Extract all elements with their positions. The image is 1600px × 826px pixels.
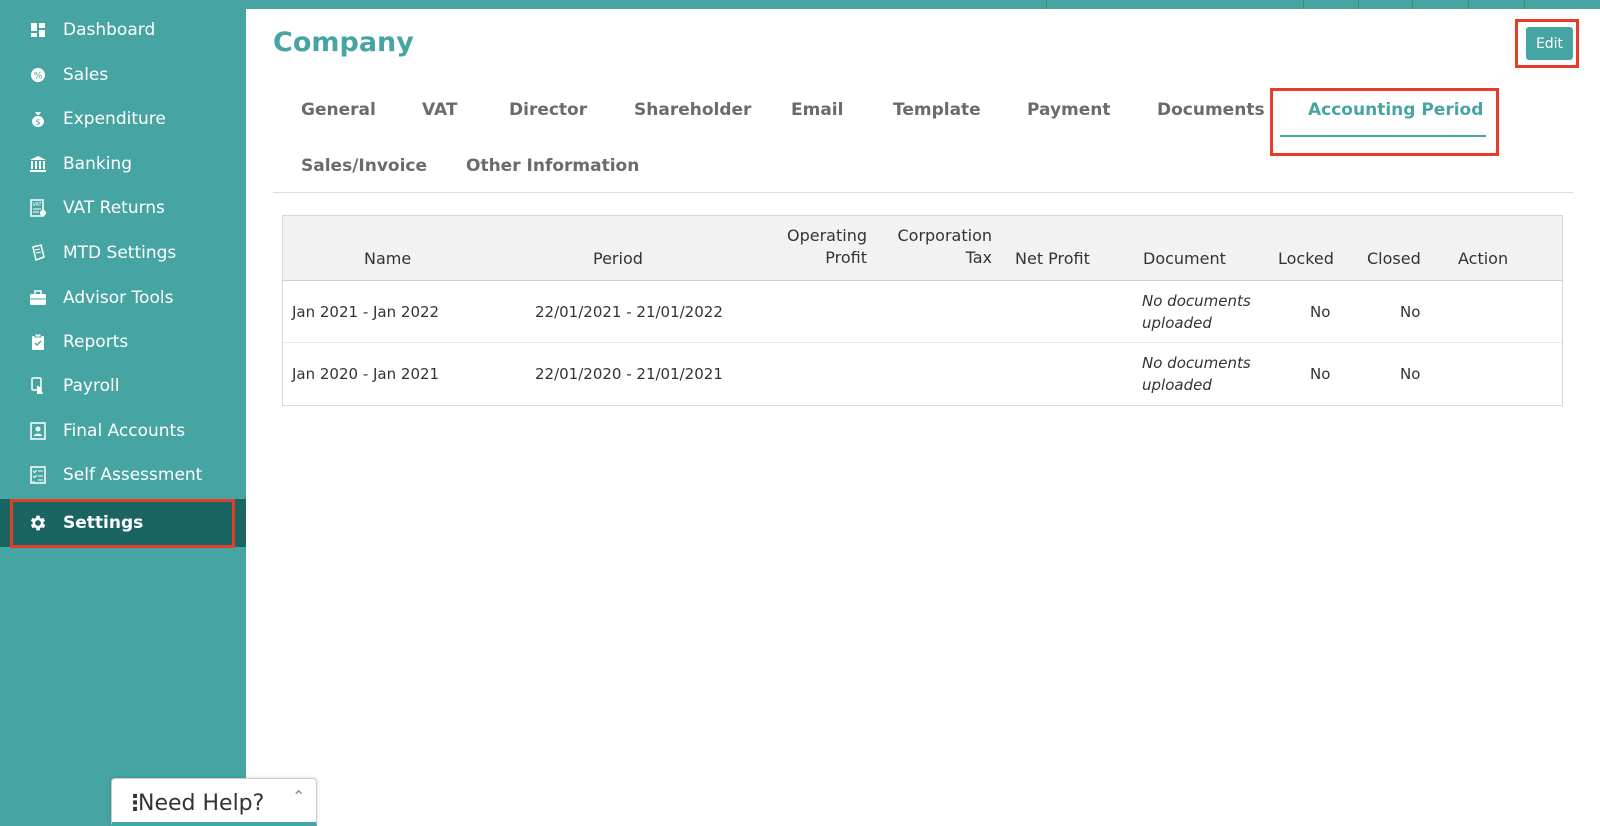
cell-locked: No: [1310, 303, 1331, 321]
top-bar-divider: [1412, 0, 1413, 9]
tab-template[interactable]: Template: [893, 100, 981, 120]
col-header-corporation-tax-line1: Corporation: [897, 226, 992, 245]
cell-document-line1: No documents: [1142, 354, 1251, 372]
tab-email[interactable]: Email: [791, 100, 843, 120]
sidebar-item-advisor-tools[interactable]: Advisor Tools: [0, 278, 246, 318]
tab-sales-invoice[interactable]: Sales/Invoice: [301, 156, 427, 176]
sidebar-item-label: Banking: [63, 154, 132, 174]
tab-director[interactable]: Director: [509, 100, 587, 120]
sidebar-item-self-assessment[interactable]: Self Assessment: [0, 455, 246, 495]
accounting-period-table: Name Period Operating Profit Corporation…: [282, 215, 1563, 406]
sidebar-item-label: MTD Settings: [63, 243, 177, 263]
edit-button[interactable]: Edit: [1526, 27, 1573, 60]
final-accounts-icon: [28, 421, 48, 441]
sidebar-item-label: Self Assessment: [63, 465, 203, 485]
tabs-divider: [273, 192, 1573, 193]
need-help-widget[interactable]: ⋮ Need Help? ⌃: [111, 778, 317, 826]
svg-text:%: %: [34, 72, 43, 82]
col-header-locked: Locked: [1278, 249, 1334, 268]
sales-icon: %: [28, 65, 48, 85]
top-bar: [246, 0, 1600, 9]
top-bar-divider: [1358, 0, 1359, 9]
tab-shareholder[interactable]: Shareholder: [634, 100, 751, 120]
cell-document: No documents uploaded: [1142, 352, 1251, 396]
sidebar-item-label: Payroll: [63, 376, 120, 396]
sidebar-item-label: VAT Returns: [63, 198, 165, 218]
col-header-operating-profit-line2: Profit: [825, 248, 867, 267]
sidebar-item-expenditure[interactable]: $ Expenditure: [0, 99, 246, 139]
tab-accounting-period[interactable]: Accounting Period: [1308, 100, 1483, 120]
mtd-icon: [28, 243, 48, 263]
tab-documents[interactable]: Documents: [1157, 100, 1265, 120]
svg-text:VAT: VAT: [32, 202, 42, 208]
sidebar-item-label: Settings: [63, 513, 144, 533]
vat-icon: VAT: [28, 198, 48, 218]
sidebar-item-banking[interactable]: Banking: [0, 144, 246, 184]
top-bar-divider: [1303, 0, 1304, 9]
sidebar-item-label: Expenditure: [63, 109, 166, 129]
cell-name: Jan 2021 - Jan 2022: [292, 303, 440, 321]
sidebar-item-settings[interactable]: Settings: [0, 499, 246, 547]
cell-document-line2: uploaded: [1142, 376, 1212, 394]
sidebar-item-reports[interactable]: Reports: [0, 322, 246, 362]
cell-name: Jan 2020 - Jan 2021: [292, 365, 440, 383]
sidebar-item-label: Reports: [63, 332, 129, 352]
sidebar-item-dashboard[interactable]: Dashboard: [0, 10, 246, 50]
sidebar-item-label: Sales: [63, 65, 109, 85]
active-tab-indicator: [1280, 135, 1486, 137]
sidebar-item-label: Final Accounts: [63, 421, 186, 441]
sidebar: Dashboard % Sales $ Expenditure Banking …: [0, 0, 246, 826]
clipboard-icon: [28, 332, 48, 352]
payroll-icon: [28, 376, 48, 396]
sidebar-item-label: Advisor Tools: [63, 288, 174, 308]
cell-document-line1: No documents: [1142, 292, 1251, 310]
dashboard-icon: [28, 20, 48, 40]
page-title: Company: [273, 27, 414, 58]
table-header: Name Period Operating Profit Corporation…: [283, 216, 1562, 281]
cell-period: 22/01/2021 - 21/01/2022: [535, 303, 723, 321]
cell-locked: No: [1310, 365, 1331, 383]
sidebar-item-vat-returns[interactable]: VAT VAT Returns: [0, 188, 246, 228]
table-row: Jan 2021 - Jan 2022 22/01/2021 - 21/01/2…: [283, 281, 1562, 343]
top-bar-divider: [1468, 0, 1469, 9]
sidebar-item-mtd-settings[interactable]: MTD Settings: [0, 233, 246, 273]
col-header-document: Document: [1143, 249, 1226, 268]
chevron-up-icon[interactable]: ⌃: [292, 787, 305, 806]
table-row: Jan 2020 - Jan 2021 22/01/2020 - 21/01/2…: [283, 343, 1562, 405]
col-header-closed: Closed: [1367, 249, 1421, 268]
cell-document-line2: uploaded: [1142, 314, 1212, 332]
col-header-name: Name: [364, 249, 412, 268]
sidebar-item-payroll[interactable]: Payroll: [0, 366, 246, 406]
col-header-operating-profit-line1: Operating: [787, 226, 867, 245]
col-header-period: Period: [593, 249, 643, 268]
sidebar-item-final-accounts[interactable]: Final Accounts: [0, 411, 246, 451]
briefcase-icon: [28, 288, 48, 308]
tab-other-information[interactable]: Other Information: [466, 156, 639, 176]
top-bar-divider: [1046, 0, 1047, 9]
tab-general[interactable]: General: [301, 100, 376, 120]
main-content: Company Edit General VAT Director Shareh…: [246, 9, 1600, 826]
cell-closed: No: [1400, 365, 1421, 383]
col-header-corporation-tax: Corporation Tax: [887, 225, 992, 269]
cell-document: No documents uploaded: [1142, 290, 1251, 334]
col-header-operating-profit: Operating Profit: [767, 225, 867, 269]
tab-vat[interactable]: VAT: [422, 100, 457, 120]
col-header-net-profit: Net Profit: [1015, 249, 1090, 268]
col-header-action: Action: [1458, 249, 1509, 268]
cell-period: 22/01/2020 - 21/01/2021: [535, 365, 723, 383]
cell-closed: No: [1400, 303, 1421, 321]
col-header-corporation-tax-line2: Tax: [965, 248, 992, 267]
sidebar-item-sales[interactable]: % Sales: [0, 55, 246, 95]
tab-payment[interactable]: Payment: [1027, 100, 1111, 120]
money-bag-icon: $: [28, 109, 48, 129]
sidebar-item-label: Dashboard: [63, 20, 156, 40]
svg-text:$: $: [35, 118, 40, 127]
need-help-label: Need Help?: [138, 791, 265, 816]
checklist-icon: [28, 465, 48, 485]
bank-icon: [28, 154, 48, 174]
gear-icon: [28, 513, 48, 533]
top-bar-divider: [1524, 0, 1525, 9]
